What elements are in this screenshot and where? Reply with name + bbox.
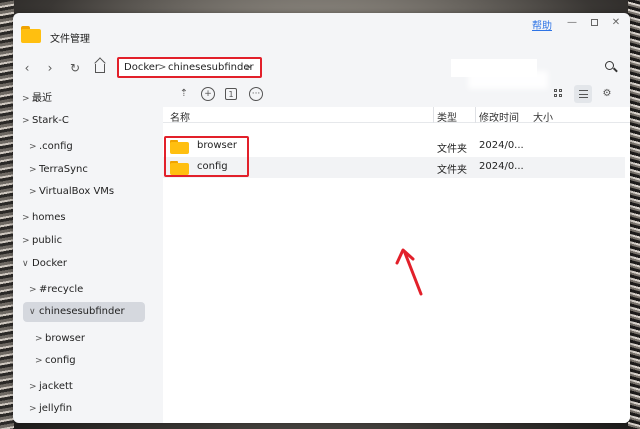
file-type: 文件夹 bbox=[437, 144, 467, 155]
tree-item-label: public bbox=[32, 235, 63, 246]
chevron-right-icon: > bbox=[35, 356, 43, 366]
home-icon bbox=[95, 64, 105, 73]
close-button[interactable]: ✕ bbox=[609, 16, 623, 30]
copy-button[interactable]: 1 bbox=[225, 88, 237, 100]
chevron-right-icon: > bbox=[35, 334, 43, 344]
tree-item-label: homes bbox=[32, 212, 66, 223]
list-icon bbox=[578, 90, 588, 98]
chevron-right-icon: > bbox=[22, 236, 30, 246]
refresh-button[interactable]: ↻ bbox=[66, 59, 84, 77]
chevron-right-icon: > bbox=[29, 142, 37, 152]
column-header-size[interactable]: 大小 bbox=[533, 109, 553, 124]
annotation-arrow-icon bbox=[395, 248, 423, 296]
table-header: 名称 类型 修改时间 大小 bbox=[163, 107, 630, 124]
tree-item-chinesesubfinder[interactable]: ∨ chinesesubfinder bbox=[23, 302, 145, 322]
tree-item-recent[interactable]: > 最近 bbox=[22, 89, 52, 109]
tree-item-label: .config bbox=[39, 141, 73, 152]
file-manager-window: 文件管理 帮助 — ✕ ‹ › ↻ Docker > chinesesubfin… bbox=[13, 13, 630, 423]
folder-icon bbox=[170, 161, 189, 175]
minimize-button[interactable]: — bbox=[565, 16, 579, 30]
column-header-modified[interactable]: 修改时间 bbox=[479, 109, 519, 124]
view-settings-button[interactable]: ⚙ bbox=[600, 87, 614, 101]
tree-item-label: 最近 bbox=[32, 93, 52, 104]
chevron-right-icon: > bbox=[22, 213, 30, 223]
tree-item-public[interactable]: > public bbox=[22, 231, 62, 251]
navigation-bar: ‹ › ↻ Docker > chinesesubfinder > bbox=[13, 55, 630, 81]
tree-item-terrasync[interactable]: > TerraSync bbox=[29, 160, 88, 180]
title-bar[interactable]: 文件管理 帮助 — ✕ bbox=[13, 13, 630, 49]
file-modified: 2024/0... bbox=[479, 140, 524, 151]
tree-item-browser[interactable]: > browser bbox=[35, 329, 85, 349]
tree-item-label: jellyfin bbox=[39, 403, 73, 414]
tree-item-stark-c[interactable]: > Stark-C bbox=[22, 111, 69, 131]
tree-item-label: Docker bbox=[32, 258, 68, 269]
help-link[interactable]: 帮助 bbox=[532, 17, 552, 32]
maximize-icon bbox=[590, 19, 598, 26]
upload-button[interactable]: ⇡ bbox=[177, 87, 191, 101]
chevron-right-icon: > bbox=[22, 94, 30, 104]
home-button[interactable] bbox=[91, 59, 109, 77]
breadcrumb-separator: > bbox=[244, 62, 253, 73]
tree-item-label: browser bbox=[45, 333, 86, 344]
maximize-button[interactable] bbox=[587, 16, 601, 30]
file-toolbar: ⇡ + 1 ··· ⚙ bbox=[163, 81, 630, 107]
tree-item-label: Stark-C bbox=[32, 115, 69, 126]
app-title: 文件管理 bbox=[50, 34, 90, 45]
chevron-right-icon: > bbox=[29, 165, 37, 175]
chevron-right-icon: > bbox=[22, 116, 30, 126]
column-header-type[interactable]: 类型 bbox=[437, 109, 457, 124]
tree-item-label: config bbox=[45, 355, 76, 366]
desktop-wallpaper-left bbox=[0, 0, 14, 429]
tree-item-config-dot[interactable]: > .config bbox=[29, 137, 73, 157]
list-view-button[interactable] bbox=[574, 85, 592, 103]
tree-item-jellyfin[interactable]: > jellyfin bbox=[29, 399, 72, 419]
tree-item-label: chinesesubfinder bbox=[39, 306, 125, 317]
tree-item-recycle[interactable]: > #recycle bbox=[29, 280, 83, 300]
search-input[interactable] bbox=[451, 59, 537, 77]
breadcrumb-docker[interactable]: Docker bbox=[124, 62, 159, 73]
chevron-right-icon: > bbox=[29, 382, 37, 392]
forward-button[interactable]: › bbox=[41, 59, 59, 77]
breadcrumb[interactable]: Docker > chinesesubfinder > bbox=[117, 57, 262, 78]
tree-item-docker[interactable]: ∨ Docker bbox=[22, 254, 67, 274]
tree-item-label: VirtualBox VMs bbox=[39, 186, 115, 197]
tree-item-config[interactable]: > config bbox=[35, 351, 76, 371]
tree-item-label: jackett bbox=[39, 381, 73, 392]
file-type: 文件夹 bbox=[437, 165, 467, 176]
gear-icon: ⚙ bbox=[602, 88, 612, 99]
tree-item-virtualbox-vms[interactable]: > VirtualBox VMs bbox=[29, 182, 114, 202]
chevron-down-icon: ∨ bbox=[22, 259, 29, 269]
grid-view-button[interactable] bbox=[551, 87, 565, 101]
table-row[interactable]: config 文件夹 2024/0... bbox=[163, 157, 625, 178]
grid-icon bbox=[553, 89, 563, 98]
tree-item-homes[interactable]: > homes bbox=[22, 208, 66, 228]
new-folder-button[interactable]: + bbox=[201, 87, 215, 101]
chevron-down-icon: ∨ bbox=[29, 307, 36, 317]
file-name: config bbox=[197, 161, 228, 172]
more-options-button[interactable]: ··· bbox=[249, 87, 263, 101]
tree-item-label: TerraSync bbox=[39, 164, 88, 175]
breadcrumb-separator: > bbox=[158, 62, 167, 73]
chevron-right-icon: > bbox=[29, 404, 37, 414]
file-name: browser bbox=[197, 140, 238, 151]
tree-item-jackett[interactable]: > jackett bbox=[29, 377, 73, 397]
table-row[interactable]: browser 文件夹 2024/0... bbox=[163, 136, 625, 157]
folder-icon bbox=[170, 140, 189, 154]
file-list-panel: ⇡ + 1 ··· ⚙ 名称 类型 修改时间 大小 browser 文件夹 20… bbox=[163, 81, 630, 423]
folder-tree: > 最近 > Stark-C > .config > TerraSync > Virtua… bbox=[13, 85, 161, 423]
back-button[interactable]: ‹ bbox=[18, 59, 36, 77]
breadcrumb-chinesesubfinder[interactable]: chinesesubfinder bbox=[168, 62, 254, 73]
search-button[interactable] bbox=[603, 59, 619, 75]
chevron-right-icon: > bbox=[29, 187, 37, 197]
file-modified: 2024/0... bbox=[479, 161, 524, 172]
chevron-right-icon: > bbox=[29, 285, 37, 295]
folder-app-icon bbox=[21, 26, 41, 43]
column-header-name[interactable]: 名称 bbox=[170, 109, 190, 124]
tree-item-label: #recycle bbox=[39, 284, 84, 295]
